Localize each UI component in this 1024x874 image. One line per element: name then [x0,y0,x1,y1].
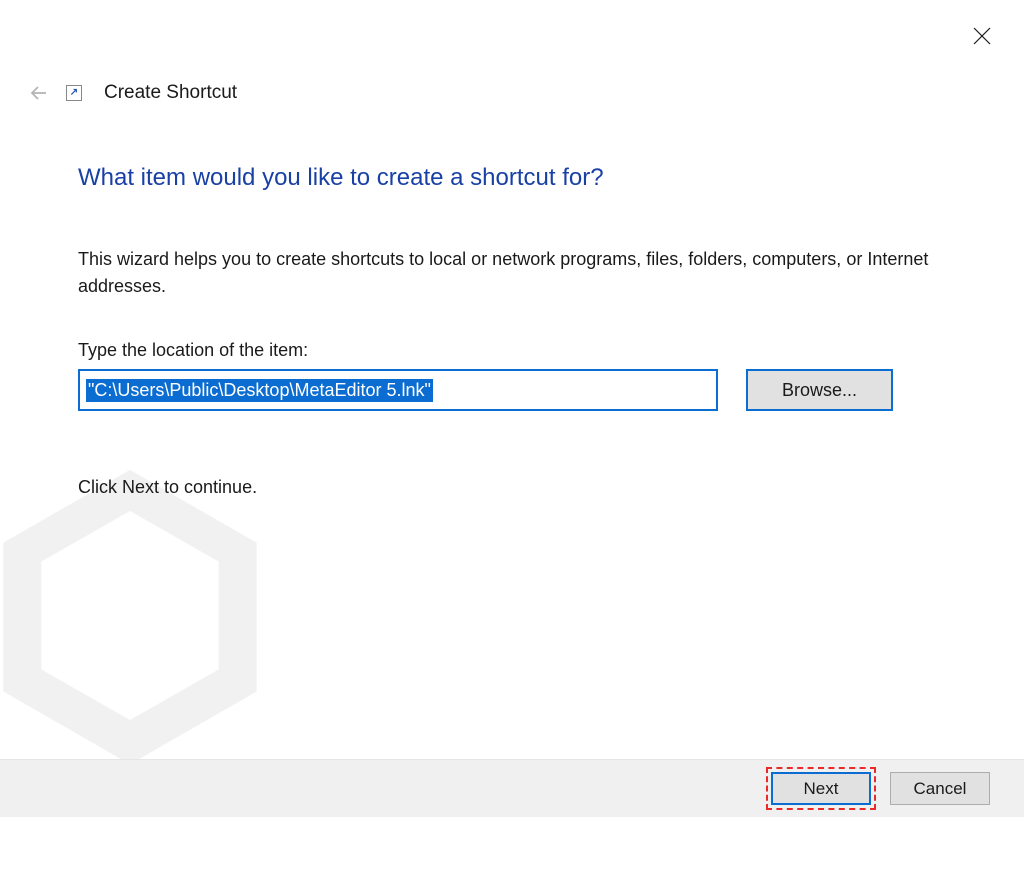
wizard-heading: What item would you like to create a sho… [78,164,946,192]
wizard-content: What item would you like to create a sho… [78,164,946,498]
browse-button[interactable]: Browse... [746,369,893,411]
next-button[interactable]: Next [771,772,871,805]
location-field-label: Type the location of the item: [78,340,946,361]
back-arrow-icon [28,83,48,103]
location-input-row: "C:\Users\Public\Desktop\MetaEditor 5.ln… [78,369,946,411]
titlebar: ↗ Create Shortcut [28,82,237,104]
window-title: Create Shortcut [104,82,237,104]
wizard-description: This wizard helps you to create shortcut… [78,246,946,300]
button-bar: Next Cancel [0,759,1024,817]
create-shortcut-wizard: ↗ Create Shortcut What item would you li… [0,0,1024,874]
location-input-value: "C:\Users\Public\Desktop\MetaEditor 5.ln… [86,379,433,402]
continue-instruction: Click Next to continue. [78,477,946,498]
cancel-button[interactable]: Cancel [890,772,990,805]
close-button[interactable] [968,22,996,50]
shortcut-icon: ↗ [66,85,82,101]
location-input[interactable]: "C:\Users\Public\Desktop\MetaEditor 5.ln… [78,369,718,411]
next-button-highlight: Next [766,767,876,810]
